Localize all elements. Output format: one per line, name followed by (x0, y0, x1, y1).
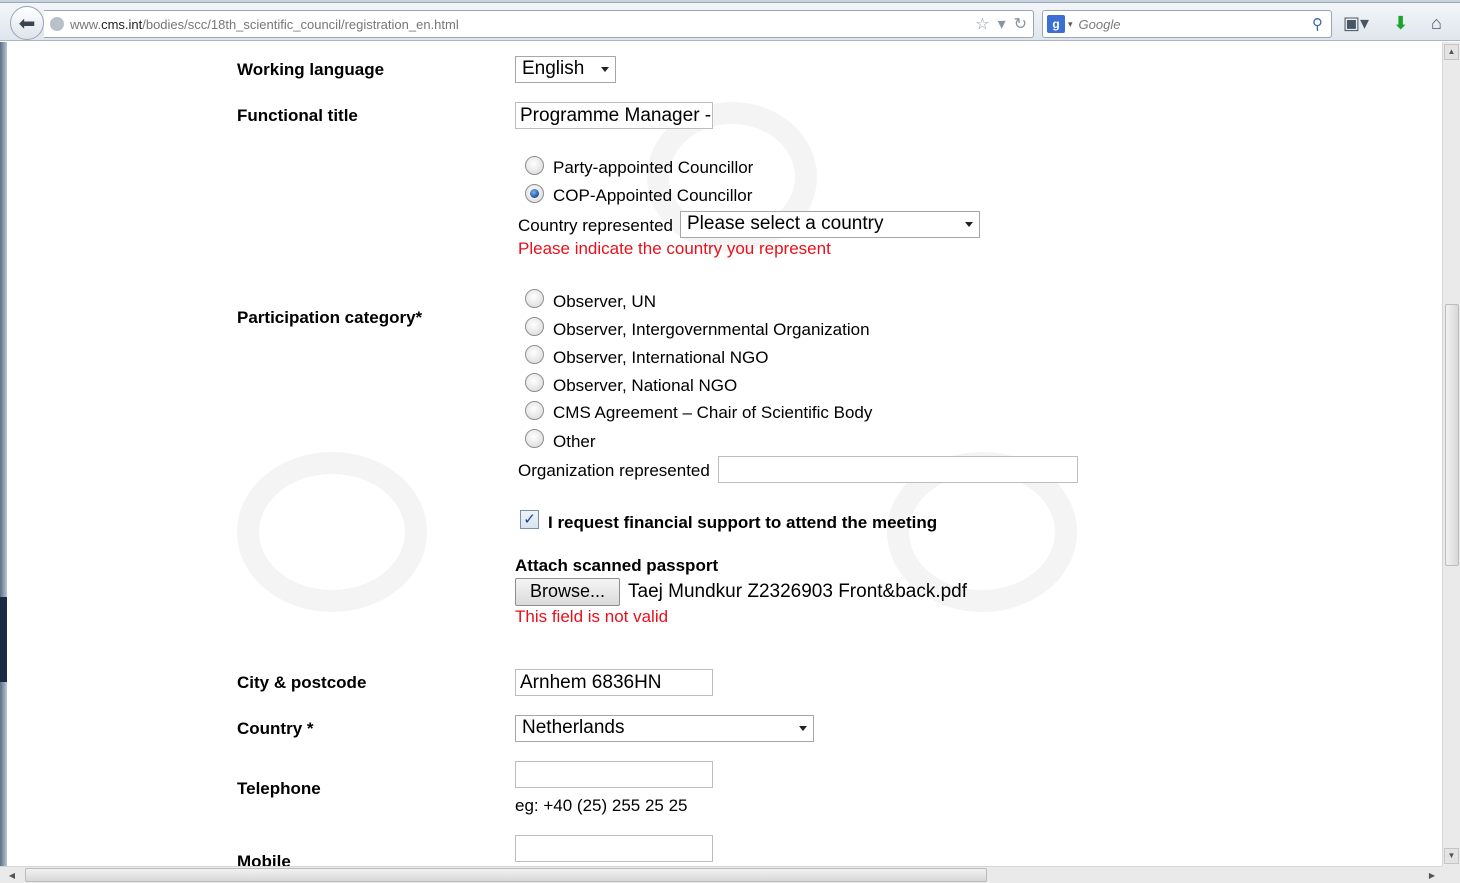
scrollbar-corner (1442, 866, 1460, 883)
scroll-right-icon[interactable]: ▶ (1424, 868, 1440, 883)
city-postcode-input[interactable]: Arnhem 6836HN (515, 669, 713, 696)
observer-un-label: Observer, UN (553, 292, 656, 311)
financial-support-checkbox[interactable]: ✓ (520, 510, 539, 529)
organization-represented-label: Organization represented (518, 461, 710, 480)
home-icon[interactable]: ⌂ (1431, 13, 1442, 33)
radio-observer-national-ngo[interactable] (525, 373, 544, 392)
search-magnifier-icon[interactable]: ⚲ (1312, 15, 1323, 33)
scroll-left-icon[interactable]: ◀ (4, 868, 20, 883)
functional-title-input[interactable]: Programme Manager - (515, 102, 713, 129)
working-language-label: Working language (237, 60, 385, 79)
other-label: Other (553, 432, 596, 451)
city-postcode-label: City & postcode (237, 673, 367, 692)
window-edge (0, 42, 7, 883)
vertical-scrollbar[interactable]: ▲ ▼ (1442, 42, 1460, 866)
scroll-up-icon[interactable]: ▲ (1444, 44, 1459, 60)
passport-label: Attach scanned passport (515, 556, 719, 575)
watermark-logo (237, 452, 427, 612)
radio-observer-igo[interactable] (525, 317, 544, 336)
party-appointed-label: Party-appointed Councillor (553, 158, 754, 177)
telephone-input[interactable] (515, 761, 713, 788)
page-content: Working language English Functional titl… (7, 42, 1442, 866)
checkmark-icon: ✓ (523, 511, 536, 528)
dropdown-arrow-icon (965, 222, 973, 227)
telephone-hint: eg: +40 (25) 255 25 25 (515, 796, 688, 815)
history-dropdown-icon[interactable]: ▾ (998, 14, 1006, 34)
country-represented-select[interactable]: Please select a country (680, 211, 980, 238)
radio-observer-un[interactable] (525, 289, 544, 308)
observer-intl-ngo-label: Observer, International NGO (553, 348, 769, 367)
mobile-input[interactable] (515, 835, 713, 862)
cms-agreement-label: CMS Agreement – Chair of Scientific Body (553, 403, 873, 422)
cop-appointed-label: COP-Appointed Councillor (553, 186, 753, 205)
radio-observer-intl-ngo[interactable] (525, 345, 544, 364)
dropdown-arrow-icon (601, 67, 609, 72)
telephone-label: Telephone (237, 779, 321, 798)
search-engine-icon[interactable]: g (1047, 15, 1065, 33)
radio-other[interactable] (525, 429, 544, 448)
observer-igo-label: Observer, Intergovernmental Organization (553, 320, 870, 339)
participation-category-label: Participation category* (237, 308, 423, 327)
dropdown-arrow-icon (799, 726, 807, 731)
radio-cms-agreement[interactable] (525, 401, 544, 420)
country-error-message: Please indicate the country you represen… (518, 239, 831, 258)
back-arrow-icon: ⬅ (18, 12, 36, 35)
working-language-select[interactable]: English (515, 56, 616, 83)
passport-error-message: This field is not valid (515, 607, 669, 626)
organization-represented-input[interactable] (718, 456, 1078, 483)
passport-filename: Taej Mundkur Z2326903 Front&back.pdf (628, 581, 968, 602)
url-text: www.cms.int/bodies/scc/18th_scientific_c… (70, 16, 459, 32)
horizontal-scroll-thumb[interactable] (25, 868, 987, 882)
browse-button[interactable]: Browse... (515, 578, 621, 606)
horizontal-scrollbar[interactable]: ◀ ▶ (0, 866, 1442, 883)
observer-national-ngo-label: Observer, National NGO (553, 376, 738, 395)
search-bar[interactable]: g ▾ Google ⚲ (1042, 10, 1332, 38)
mobile-label: Mobile (237, 852, 291, 866)
radio-cop-appointed[interactable] (525, 184, 544, 203)
country-select[interactable]: Netherlands (515, 715, 814, 742)
scroll-down-icon[interactable]: ▼ (1444, 848, 1459, 864)
search-input[interactable]: Google (1079, 17, 1312, 32)
reload-icon[interactable]: ↻ (1014, 14, 1027, 34)
radio-party-appointed[interactable] (525, 156, 544, 175)
financial-support-label: I request financial support to attend th… (548, 513, 938, 532)
country-label: Country * (237, 719, 314, 738)
country-represented-label: Country represented (518, 216, 673, 235)
bookmarks-menu-icon[interactable]: ▣▾ (1343, 13, 1369, 33)
navigation-toolbar: ⬅ www.cms.int/bodies/scc/18th_scientific… (0, 3, 1460, 41)
vertical-scroll-thumb[interactable] (1445, 304, 1459, 566)
back-button[interactable]: ⬅ (10, 6, 44, 40)
downloads-icon[interactable]: ⬇ (1393, 13, 1408, 33)
engine-dropdown-icon[interactable]: ▾ (1068, 19, 1073, 30)
bookmark-star-icon[interactable]: ☆ (975, 14, 989, 34)
address-bar[interactable]: www.cms.int/bodies/scc/18th_scientific_c… (44, 10, 1034, 38)
site-identity-icon[interactable] (50, 17, 64, 31)
functional-title-label: Functional title (237, 106, 358, 125)
